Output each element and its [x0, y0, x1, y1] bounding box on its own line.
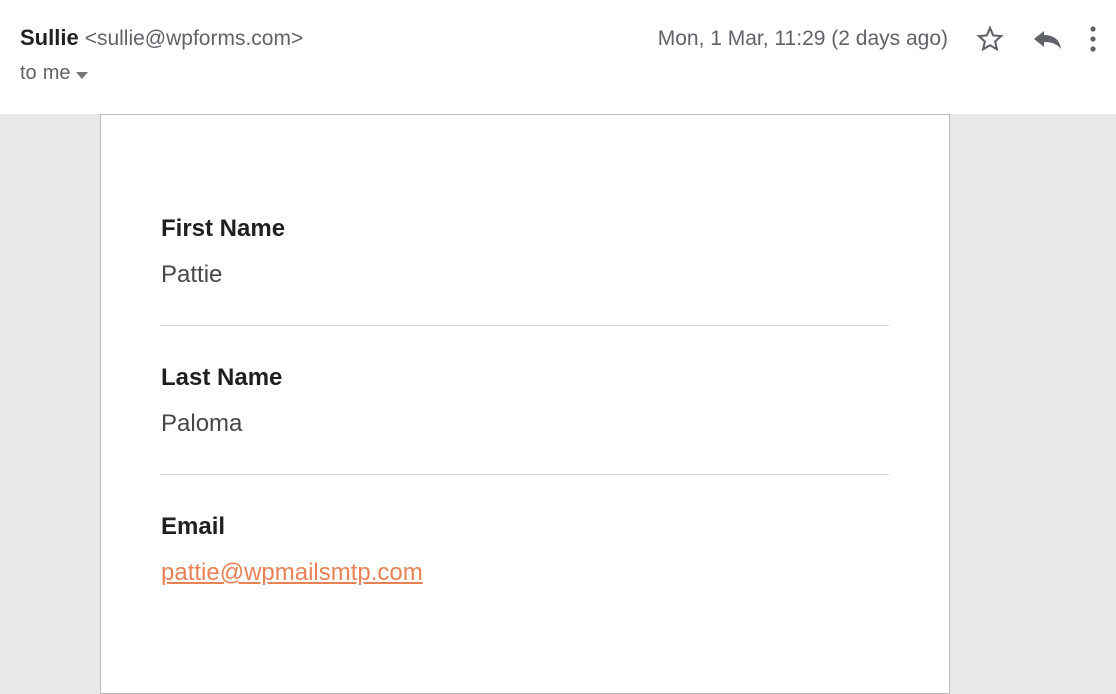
star-icon[interactable] [976, 25, 1004, 53]
field-label: Last Name [161, 364, 889, 392]
form-field-last-name: Last Name Paloma [161, 364, 889, 475]
field-value: Pattie [161, 261, 889, 289]
sender-line: Sullie <sullie@wpforms.com> [20, 25, 303, 51]
form-field-first-name: First Name Pattie [161, 215, 889, 326]
sender-block: Sullie <sullie@wpforms.com> to me [20, 25, 303, 86]
more-icon[interactable] [1090, 26, 1096, 52]
recipient-prefix: to [20, 62, 37, 85]
email-card: First Name Pattie Last Name Paloma Email… [100, 114, 950, 694]
reply-icon[interactable] [1032, 27, 1062, 51]
header-actions: Mon, 1 Mar, 11:29 (2 days ago) [658, 25, 1096, 53]
recipient-name: me [43, 62, 71, 85]
email-body-wrap: First Name Pattie Last Name Paloma Email… [0, 114, 1116, 694]
email-header: Sullie <sullie@wpforms.com> to me Mon, 1… [0, 0, 1116, 98]
sender-name: Sullie [20, 25, 79, 51]
timestamp: Mon, 1 Mar, 11:29 (2 days ago) [658, 27, 948, 51]
field-value: Paloma [161, 410, 889, 438]
recipient-dropdown[interactable]: to me [20, 61, 303, 86]
form-field-email: Email pattie@wpmailsmtp.com [161, 513, 889, 587]
sender-email: <sullie@wpforms.com> [85, 27, 304, 51]
email-link[interactable]: pattie@wpmailsmtp.com [161, 559, 889, 587]
field-label: First Name [161, 215, 889, 243]
chevron-down-icon [76, 63, 88, 86]
field-label: Email [161, 513, 889, 541]
